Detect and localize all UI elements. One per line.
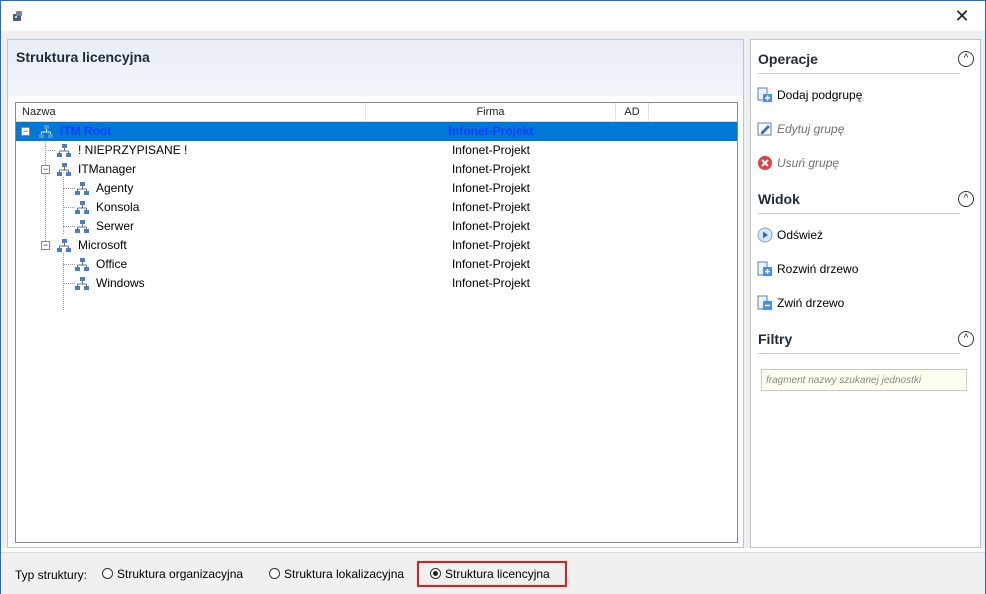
- section-title-operacje: Operacje: [758, 51, 818, 67]
- tree-row-itmanager[interactable]: − ITManager Infonet-Projekt: [16, 160, 737, 179]
- edit-group-label: Edytuj grupę: [777, 122, 845, 136]
- tree-row-agenty[interactable]: Agenty Infonet-Projekt: [16, 179, 737, 198]
- collapse-tree-icon: [757, 295, 772, 310]
- node-label: ITManager: [78, 162, 137, 176]
- firma-cell: Infonet-Projekt: [451, 200, 531, 214]
- firma-cell: Infonet-Projekt: [451, 219, 531, 233]
- main-window: ✕ Struktura licencyjna Nazwa Firma AD − …: [0, 0, 986, 594]
- radio-indicator[interactable]: [102, 568, 113, 579]
- tree-row-microsoft[interactable]: − Microsoft Infonet-Projekt: [16, 236, 737, 255]
- collapse-toggle[interactable]: −: [41, 165, 50, 174]
- section-title-widok: Widok: [758, 191, 800, 207]
- expand-tree-label: Rozwiń drzewo: [777, 262, 859, 276]
- tree-row-itm-root[interactable]: − ITM Root Infonet-Projekt: [16, 122, 737, 141]
- close-button[interactable]: ✕: [939, 1, 985, 31]
- tree-row-nieprzypisane[interactable]: ! NIEPRZYPISANE ! Infonet-Projekt: [16, 141, 737, 160]
- tree-row-serwer[interactable]: Serwer Infonet-Projekt: [16, 217, 737, 236]
- structure-panel: Struktura licencyjna Nazwa Firma AD − IT…: [7, 39, 744, 548]
- node-label: Office: [96, 257, 128, 271]
- radio-label: Struktura lokalizacyjna: [284, 567, 405, 581]
- radio-indicator[interactable]: [269, 568, 280, 579]
- tree-row-office[interactable]: Office Infonet-Projekt: [16, 255, 737, 274]
- grid-header: Nazwa Firma AD: [16, 103, 737, 122]
- node-label: Windows: [96, 276, 145, 290]
- app-icon: [13, 11, 22, 21]
- collapse-widok-button[interactable]: ^: [958, 191, 974, 207]
- column-header-ad[interactable]: AD: [616, 103, 649, 121]
- tree-row-konsola[interactable]: Konsola Infonet-Projekt: [16, 198, 737, 217]
- section-title-filtry: Filtry: [758, 331, 793, 347]
- panel-header: Struktura licencyjna: [8, 40, 743, 96]
- collapse-toggle[interactable]: −: [41, 241, 50, 250]
- firma-cell: Infonet-Projekt: [451, 238, 531, 252]
- network-group-icon: [57, 163, 71, 176]
- section-divider: [758, 73, 960, 74]
- column-header-nazwa[interactable]: Nazwa: [16, 103, 366, 121]
- structure-type-label: Typ struktury:: [15, 568, 88, 582]
- tree-grid[interactable]: Nazwa Firma AD − ITM Root Infonet-Projek…: [15, 102, 738, 543]
- node-label: Agenty: [96, 181, 134, 195]
- network-group-icon: [75, 277, 89, 290]
- radio-label: Struktura licencyjna: [445, 567, 550, 581]
- network-group-icon: [57, 239, 71, 252]
- network-group-icon: [57, 144, 71, 157]
- refresh-icon: [757, 227, 773, 243]
- network-group-icon: [75, 220, 89, 233]
- collapse-toggle[interactable]: −: [21, 127, 30, 136]
- collapse-operacje-button[interactable]: ^: [958, 51, 974, 67]
- radio-indicator[interactable]: [430, 568, 441, 579]
- collapse-filtry-button[interactable]: ^: [958, 331, 974, 347]
- content-area: Struktura licencyjna Nazwa Firma AD − IT…: [1, 31, 985, 548]
- network-group-icon: [75, 182, 89, 195]
- radio-label: Struktura organizacyjna: [117, 567, 244, 581]
- task-panel: Operacje ^ Dodaj podgrupę Edytuj grupę U…: [750, 39, 981, 548]
- edit-group-icon: [757, 122, 772, 136]
- structure-type-bar: Typ struktury: Struktura organizacyjna S…: [1, 552, 985, 594]
- node-label: Konsola: [96, 200, 140, 214]
- firma-cell: Infonet-Projekt: [451, 181, 531, 195]
- firma-cell: Infonet-Projekt: [451, 143, 531, 157]
- panel-title: Struktura licencyjna: [16, 49, 150, 65]
- delete-group-icon: [758, 156, 772, 170]
- section-divider: [758, 353, 960, 354]
- firma-cell: Infonet-Projekt: [451, 257, 531, 271]
- network-group-icon: [39, 125, 53, 138]
- expand-tree-icon: [757, 261, 772, 276]
- node-label: ! NIEPRZYPISANE !: [78, 143, 188, 157]
- delete-group-label: Usuń grupę: [777, 156, 840, 170]
- tree-row-windows[interactable]: Windows Infonet-Projekt: [16, 274, 737, 293]
- firma-cell: Infonet-Projekt: [451, 162, 531, 176]
- title-bar: ✕: [1, 1, 985, 31]
- node-label: Serwer: [96, 219, 135, 233]
- section-divider: [758, 213, 960, 214]
- collapse-tree-label: Zwiń drzewo: [777, 296, 845, 310]
- column-header-firma[interactable]: Firma: [366, 103, 616, 121]
- node-label: ITM Root: [60, 124, 112, 138]
- refresh-label: Odśwież: [777, 228, 824, 242]
- add-subgroup-icon: [757, 87, 772, 102]
- firma-cell: Infonet-Projekt: [448, 124, 534, 138]
- firma-cell: Infonet-Projekt: [451, 276, 531, 290]
- node-label: Microsoft: [78, 238, 127, 252]
- network-group-icon: [75, 201, 89, 214]
- network-group-icon: [75, 258, 89, 271]
- add-subgroup-label: Dodaj podgrupę: [777, 88, 863, 102]
- filter-search-input[interactable]: [761, 369, 967, 391]
